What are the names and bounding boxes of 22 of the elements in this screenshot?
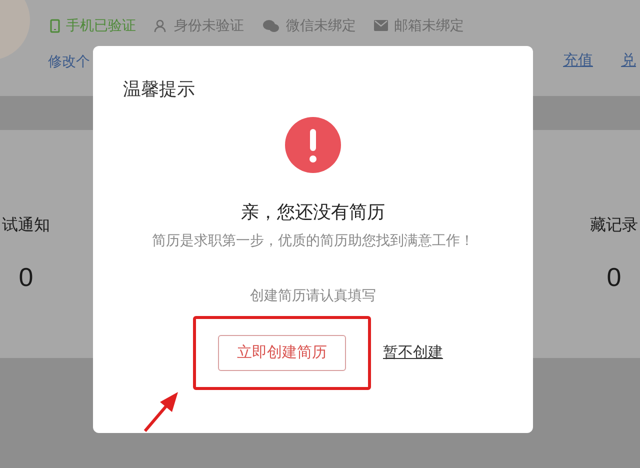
mail-icon: [374, 20, 388, 31]
dialog-subtitle: 简历是求职第一步，优质的简历助您找到满意工作！: [152, 231, 474, 250]
verify-label: 身份未验证: [174, 16, 244, 35]
phone-icon: [50, 18, 60, 32]
stat-label: 试通知: [2, 216, 50, 236]
skip-link[interactable]: 暂不创建: [383, 342, 443, 364]
create-resume-button[interactable]: 立即创建简历: [218, 335, 346, 371]
verify-label: 邮箱未绑定: [394, 16, 464, 35]
verify-label: 微信未绑定: [286, 16, 356, 35]
chat-icon: [262, 18, 280, 32]
account-link[interactable]: 充值: [563, 50, 593, 72]
verify-label: 手机已验证: [66, 16, 136, 35]
account-link[interactable]: 兑: [621, 50, 636, 72]
person-icon: [154, 18, 168, 32]
dialog-hint: 创建简历请认真填写: [250, 286, 376, 305]
stat-value: 0: [18, 261, 34, 294]
stat-value: 0: [606, 261, 622, 294]
edit-profile-link[interactable]: 修改个: [48, 50, 90, 72]
stat-label: 藏记录: [590, 216, 638, 236]
dialog-title: 温馨提示: [123, 79, 195, 99]
exclamation-icon: [285, 117, 341, 173]
dialog-heading: 亲，您还没有简历: [241, 201, 385, 224]
